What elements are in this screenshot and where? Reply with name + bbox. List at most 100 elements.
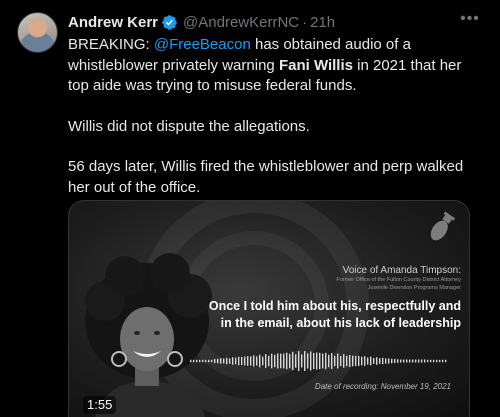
waveform-bar	[283, 353, 285, 369]
avatar[interactable]	[17, 12, 58, 53]
waveform-bar	[220, 358, 222, 364]
waveform-bar	[268, 355, 270, 367]
waveform-bar	[346, 355, 348, 367]
waveform-bar	[262, 356, 264, 366]
waveform-bar	[370, 356, 372, 366]
waveform-bar	[214, 358, 216, 364]
waveform-bar	[379, 358, 381, 364]
waveform-bar	[322, 353, 324, 369]
waveform-bar	[364, 356, 366, 366]
waveform-bar	[280, 353, 282, 369]
waveform-bar	[403, 359, 405, 363]
voice-subtitle-1: Former Office of the Fulton County Distr…	[336, 277, 461, 283]
tweet-paragraph-2: Willis did not dispute the allegations.	[68, 117, 310, 135]
waveform-bar	[241, 356, 243, 366]
waveform-bar	[244, 356, 246, 366]
waveform-bar	[391, 358, 393, 364]
waveform-bar	[442, 359, 444, 363]
waveform-bar	[301, 354, 303, 368]
waveform-bar	[334, 355, 336, 367]
waveform-bar	[235, 357, 237, 365]
waveform-bar	[382, 357, 384, 365]
tweet[interactable]: Andrew Kerr @AndrewKerrNC · 21h ••• BREA…	[0, 0, 500, 417]
waveform-bar	[445, 359, 447, 363]
waveform-bar	[304, 351, 306, 371]
waveform-bar	[406, 359, 408, 363]
waveform-bar	[388, 358, 390, 364]
waveform-bar	[253, 355, 255, 367]
waveform-bar	[316, 352, 318, 370]
waveform-bar	[205, 359, 207, 363]
waveform-bar	[265, 354, 267, 368]
tweet-header: Andrew Kerr @AndrewKerrNC · 21h	[68, 12, 335, 32]
waveform-bar	[250, 356, 252, 366]
waveform-bar	[367, 357, 369, 365]
waveform-bar	[271, 353, 273, 369]
waveform-bar	[325, 352, 327, 370]
waveform-bar	[238, 356, 240, 366]
waveform-bar	[415, 359, 417, 363]
video-player[interactable]: Voice of Amanda Timpson: Former Office o…	[68, 200, 470, 417]
waveform-bar	[247, 356, 249, 366]
waveform-bar	[373, 358, 375, 364]
voice-subtitle-2: Juvenile Diversion Programs Manager	[367, 285, 461, 291]
waveform-bar	[430, 359, 432, 363]
waveform-bar	[361, 356, 363, 366]
waveform-bar	[394, 359, 396, 363]
waveform-bar	[433, 359, 435, 363]
waveform-bar	[376, 357, 378, 365]
waveform-bar	[313, 352, 315, 370]
waveform-bar	[223, 358, 225, 364]
tweet-text: BREAKING: @FreeBeacon has obtained audio…	[68, 35, 478, 198]
waveform-bar	[277, 353, 279, 369]
voice-title: Voice of Amanda Timpson:	[342, 265, 461, 276]
waveform-bar	[436, 359, 438, 363]
separator-dot: ·	[302, 13, 308, 31]
waveform-bar	[307, 353, 309, 369]
bold-name: Fani Willis	[278, 56, 353, 74]
more-horizontal-icon[interactable]: •••	[458, 10, 482, 30]
recording-date: Date of recording: November 19, 2021	[314, 382, 451, 391]
caption-block: Voice of Amanda Timpson: Former Office o…	[199, 265, 461, 332]
waveform-bar	[385, 358, 387, 364]
waveform-bar	[256, 356, 258, 366]
waveform-bar	[352, 355, 354, 367]
waveform-bar	[232, 357, 234, 365]
waveform-bar	[286, 352, 288, 370]
verified-badge-icon	[162, 14, 177, 30]
tweet-paragraph-1: BREAKING: @FreeBeacon has obtained audio…	[68, 35, 478, 97]
waveform-bar	[259, 354, 261, 368]
waveform-bar	[409, 359, 411, 363]
display-name[interactable]: Andrew Kerr	[68, 14, 158, 31]
waveform-bar	[292, 351, 294, 371]
waveform-bar	[355, 355, 357, 367]
waveform-bar	[439, 359, 441, 363]
waveform-bar	[421, 359, 423, 363]
timestamp[interactable]: 21h	[310, 14, 335, 31]
waveform-bar	[298, 351, 300, 371]
waveform-bar	[196, 359, 198, 363]
text-segment: BREAKING:	[68, 36, 154, 53]
waveform-bar	[424, 359, 426, 363]
waveform-bar	[349, 355, 351, 367]
free-beacon-bomb-icon	[430, 211, 456, 241]
waveform-bar	[274, 354, 276, 368]
waveform-bar	[328, 354, 330, 368]
waveform-bar	[418, 359, 420, 363]
waveform-bar	[358, 355, 360, 367]
handle[interactable]: @AndrewKerrNC	[183, 14, 299, 31]
audio-waveform	[190, 351, 447, 371]
waveform-bar	[331, 353, 333, 369]
waveform-bar	[295, 354, 297, 368]
video-duration: 1:55	[83, 396, 117, 414]
waveform-bar	[217, 358, 219, 364]
waveform-bar	[190, 359, 192, 363]
mention-link[interactable]: @FreeBeacon	[154, 36, 251, 53]
waveform-bar	[202, 359, 204, 363]
waveform-bar	[319, 352, 321, 370]
waveform-bar	[343, 354, 345, 368]
tweet-paragraph-3: 56 days later, Willis fired the whistleb…	[68, 158, 464, 196]
waveform-bar	[199, 359, 201, 363]
waveform-bar	[400, 359, 402, 363]
quote-caption: Once I told him about his, respectfully …	[208, 299, 461, 330]
